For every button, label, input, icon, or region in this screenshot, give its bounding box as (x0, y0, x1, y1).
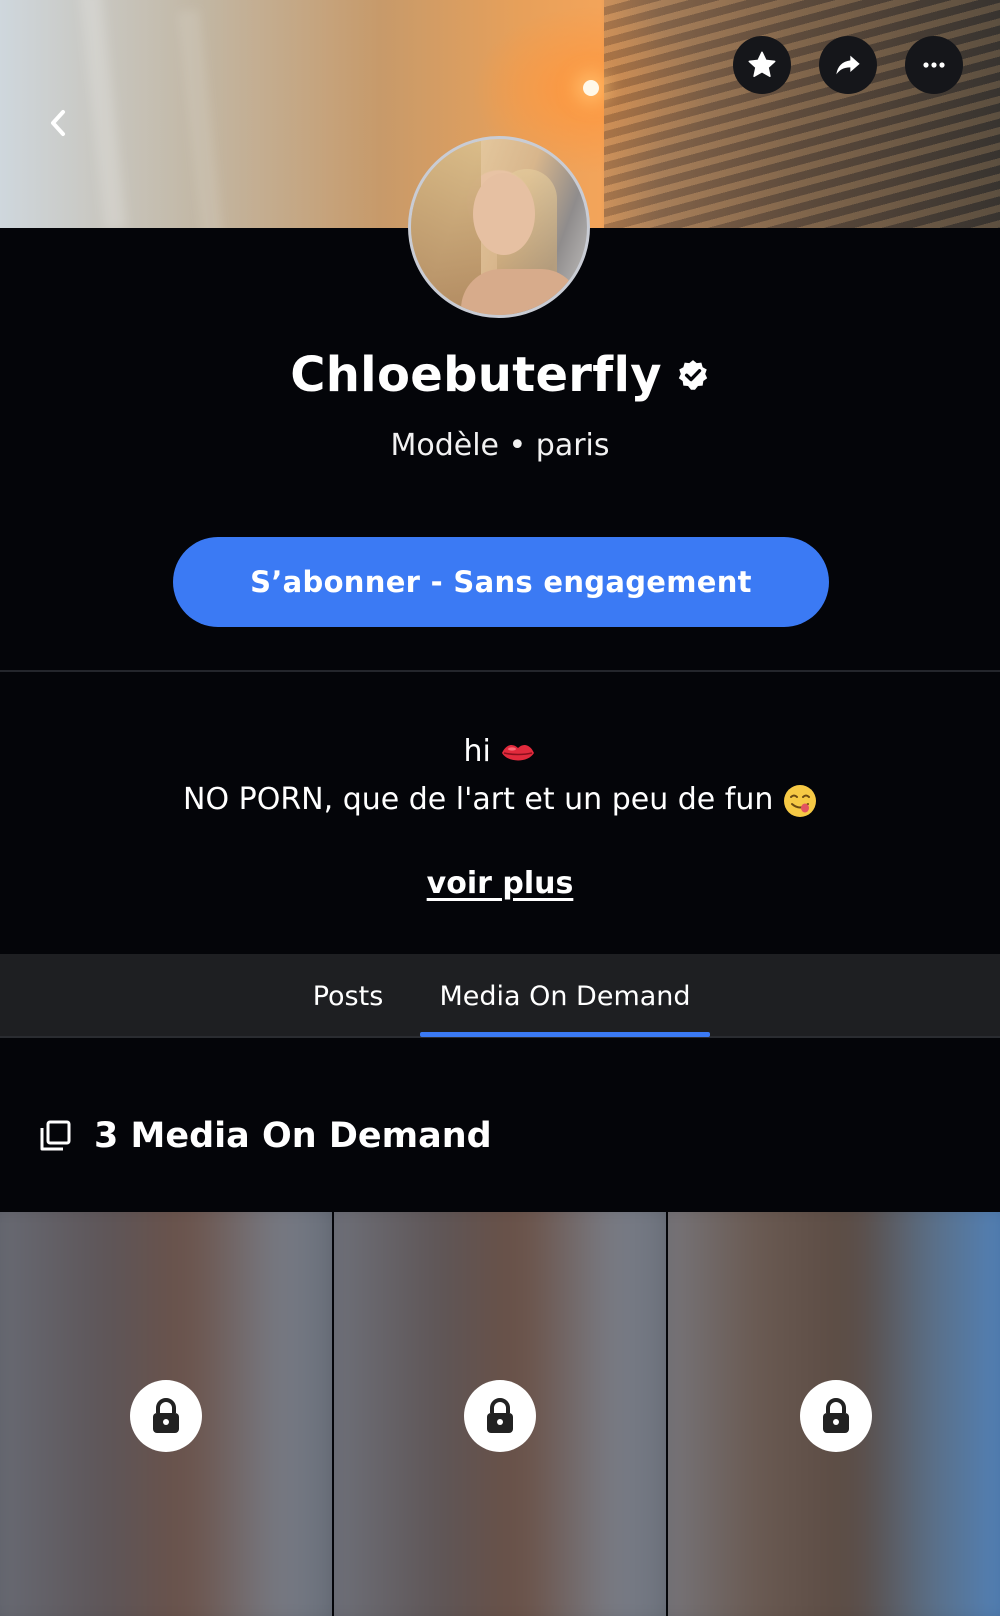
lock-icon (823, 1398, 849, 1433)
media-item[interactable] (668, 1212, 1000, 1616)
share-icon (836, 55, 860, 75)
lock-badge (800, 1380, 872, 1452)
lock-badge (464, 1380, 536, 1452)
share-button[interactable] (819, 36, 877, 94)
lock-icon (487, 1398, 513, 1433)
profile-page: Chloebuterfly Modèle • paris S’abonner -… (0, 0, 1000, 1616)
profile-tabs: Posts Media On Demand (0, 954, 1000, 1038)
media-stack-icon (40, 1120, 71, 1151)
kiss-lips-emoji (502, 744, 535, 760)
profile-name: Chloebuterfly (290, 347, 662, 403)
media-item[interactable] (0, 1212, 332, 1616)
verified-badge-icon (678, 360, 707, 390)
lock-icon (153, 1398, 179, 1433)
subscribe-button[interactable]: S’abonner - Sans engagement (173, 537, 829, 627)
lock-badge (130, 1380, 202, 1452)
yum-face-emoji (783, 784, 816, 817)
avatar[interactable] (408, 136, 590, 318)
more-options-button[interactable] (905, 36, 963, 94)
profile-name-row: Chloebuterfly (0, 340, 1000, 410)
tab-posts[interactable]: Posts (296, 954, 400, 1038)
back-button[interactable] (38, 98, 78, 148)
star-icon (748, 51, 776, 77)
tab-media-on-demand[interactable]: Media On Demand (420, 954, 710, 1038)
bio-text-2: NO PORN, que de l'art et un peu de fun (183, 782, 774, 817)
media-section-title: 3 Media On Demand (94, 1116, 492, 1156)
media-grid (0, 1212, 1000, 1616)
chevron-left-icon (51, 110, 65, 136)
divider (0, 670, 1000, 672)
active-tab-indicator (420, 1032, 710, 1037)
profile-subtitle: Modèle • paris (390, 428, 610, 463)
media-item[interactable] (334, 1212, 666, 1616)
media-section-header: 3 Media On Demand (38, 1110, 492, 1162)
bio-line-1: hi (0, 734, 1000, 769)
see-more-link[interactable]: voir plus (0, 866, 1000, 901)
bio-line-2: NO PORN, que de l'art et un peu de fun (0, 782, 1000, 818)
more-icon (923, 62, 945, 68)
bio-text-1: hi (463, 734, 491, 769)
favorite-button[interactable] (733, 36, 791, 94)
